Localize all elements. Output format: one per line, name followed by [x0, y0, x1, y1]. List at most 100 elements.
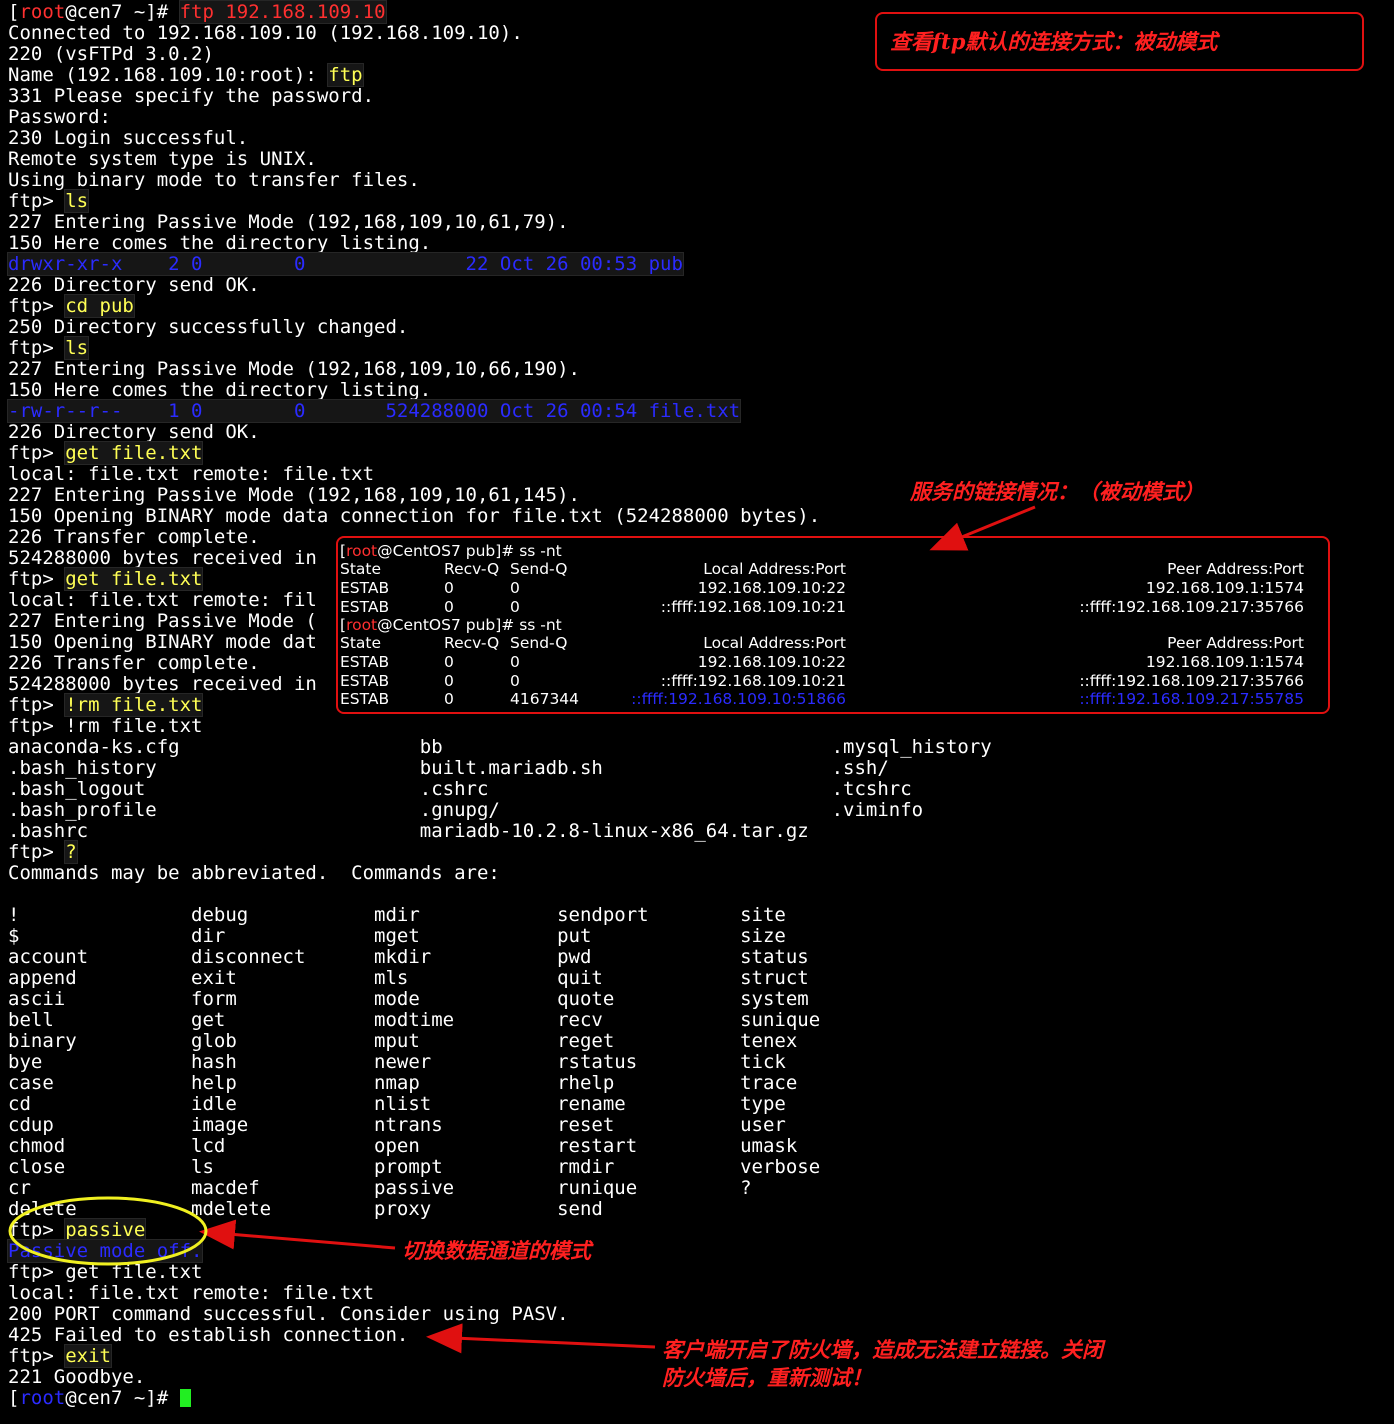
terminal-text: 524288000 bytes received in — [8, 547, 317, 569]
terminal-line: .bash_logout .cshrc .tcshrc — [8, 779, 912, 800]
terminal-line: ftp> get file.txt — [8, 567, 204, 591]
ss-header-recvq: Recv-Q — [444, 634, 500, 652]
terminal-text: ftp> !rm file.txt — [8, 715, 203, 737]
terminal-line: 227 Entering Passive Mode (192,168,109,1… — [8, 485, 580, 506]
ss-row-local: 192.168.109.10:22 — [697, 653, 846, 671]
terminal-command: Passive mode off. — [6, 1239, 204, 1263]
terminal-text: 250 Directory successfully changed. — [8, 316, 409, 338]
default-mode-note: 查看ftp默认的连接方式：被动模式 — [890, 29, 1218, 54]
terminal-command: ls — [64, 189, 90, 213]
terminal-text: ftp> — [8, 1345, 66, 1367]
terminal-line: ftp> ls — [8, 336, 90, 360]
terminal-text: 227 Entering Passive Mode (192,168,109,1… — [8, 358, 580, 380]
terminal-line: Password: — [8, 107, 111, 128]
terminal-line: Remote system type is UNIX. — [8, 149, 317, 170]
ss-row-local: ::ffff:192.168.109.10:51866 — [631, 690, 846, 708]
terminal-text: local: file.txt remote: file.txt — [8, 463, 375, 485]
terminal-text: close ls prompt rmdir verbose — [8, 1156, 821, 1178]
terminal-text: local: file.txt remote: fil — [8, 589, 317, 611]
terminal-text: Password: — [8, 106, 111, 128]
terminal-text: 226 Directory send OK. — [8, 274, 260, 296]
terminal-line: 226 Transfer complete. — [8, 527, 260, 548]
terminal-line: delete mdelete proxy send — [8, 1199, 603, 1220]
terminal-text: Remote system type is UNIX. — [8, 148, 317, 170]
terminal-command: get file.txt — [64, 567, 204, 591]
ss-row-local: ::ffff:192.168.109.10:21 — [660, 671, 846, 690]
terminal-line: 226 Transfer complete. — [8, 653, 260, 674]
terminal-line: Passive mode off. — [6, 1239, 204, 1263]
terminal-text: root — [19, 1387, 66, 1409]
terminal-line: bye hash newer rstatus tick — [8, 1052, 786, 1073]
ss-row-state: ESTAB — [340, 690, 390, 708]
ss-header-recvq: Recv-Q — [444, 560, 500, 578]
terminal-line: .bash_history built.mariadb.sh .ssh/ — [8, 758, 889, 779]
terminal-line: case help nmap rhelp trace — [8, 1073, 797, 1094]
terminal-line: [root@cen7 ~]# ftp 192.168.109.10 — [8, 0, 387, 24]
terminal-line: 226 Directory send OK. — [8, 422, 260, 443]
terminal-text: 221 Goodbye. — [8, 1366, 146, 1388]
terminal-text: 150 Here comes the directory listing. — [8, 232, 432, 254]
ss-row-peer: 192.168.109.1:1574 — [1145, 653, 1304, 671]
terminal-text: 227 Entering Passive Mode (192,168,109,1… — [8, 484, 580, 506]
terminal-cursor — [179, 1389, 191, 1407]
terminal-text: binary glob mput reget tenex — [8, 1030, 798, 1052]
ss-row-recvq: 0 — [444, 597, 454, 616]
ss-header-peer: Peer Address:Port — [1167, 560, 1304, 578]
terminal-text: ftp> — [8, 442, 66, 464]
ss-row-state: ESTAB — [340, 653, 390, 671]
terminal-text: append exit mls quit struct — [8, 967, 809, 989]
terminal-text: 226 Directory send OK. — [8, 421, 260, 443]
terminal-line: cr macdef passive runique ? — [8, 1178, 752, 1199]
terminal-line: ftp> !rm file.txt — [8, 693, 204, 717]
ss-row-state: ESTAB — [340, 579, 390, 597]
terminal-text: .bash_history built.mariadb.sh .ssh/ — [8, 757, 889, 779]
terminal-text: 331 Please specify the password. — [8, 85, 375, 107]
terminal-line: 150 Here comes the directory listing. — [8, 233, 431, 254]
terminal-line: [root@cen7 ~]# — [8, 1388, 191, 1409]
terminal-text: ftp> get file.txt — [8, 1261, 203, 1283]
terminal-line: 200 PORT command successful. Consider us… — [8, 1304, 569, 1325]
ss-row-peer: ::ffff:192.168.109.217:35766 — [1079, 597, 1304, 616]
terminal-command: ? — [64, 840, 78, 864]
firewall-note-line2: 防火墙后，重新测试！ — [662, 1365, 872, 1390]
terminal-command: exit — [64, 1344, 112, 1368]
terminal-text: $ dir mget put size — [8, 925, 786, 947]
terminal-line: cdup image ntrans reset user — [8, 1115, 786, 1136]
ss-header-state: State — [340, 560, 382, 578]
terminal-line: ftp> get file.txt — [8, 441, 204, 465]
terminal-text: ftp> — [8, 190, 66, 212]
firewall-note-line1: 客户端开启了防火墙，造成无法建立链接。关闭 — [662, 1337, 1103, 1362]
terminal-text: Commands may be abbreviated. Commands ar… — [8, 862, 500, 884]
terminal-text: anaconda-ks.cfg bb .mysql_history — [8, 736, 992, 758]
terminal-line: Commands may be abbreviated. Commands ar… — [8, 863, 500, 884]
terminal-text: 150 Opening BINARY mode data connection … — [8, 505, 821, 527]
terminal-text: Name (192.168.109.10:root): — [8, 64, 329, 86]
terminal-text: ftp> — [8, 295, 66, 317]
terminal-command: !rm file.txt — [64, 693, 204, 717]
terminal-text: 227 Entering Passive Mode ( — [8, 610, 317, 632]
terminal-line: 221 Goodbye. — [8, 1367, 145, 1388]
terminal-line: ftp> ? — [8, 840, 78, 864]
terminal-line: bell get modtime recv sunique — [8, 1010, 820, 1031]
terminal-text: ftp> — [8, 841, 66, 863]
terminal-text: Using binary mode to transfer files. — [8, 169, 420, 191]
terminal-text: ftp> — [8, 694, 66, 716]
terminal-line: ftp> !rm file.txt — [8, 716, 202, 737]
terminal-line: ascii form mode quote system — [8, 989, 809, 1010]
terminal-text: case help nmap rhelp trace — [8, 1072, 798, 1094]
ss-header-peer: Peer Address:Port — [1167, 634, 1304, 652]
terminal-command: ls — [64, 336, 90, 360]
terminal-text: ftp> — [8, 337, 66, 359]
ss-row-local: 192.168.109.10:22 — [697, 579, 846, 597]
terminal-command: -rw-r--r-- 1 0 0 524288000 Oct 26 00:54 … — [6, 399, 742, 423]
terminal-line: local: file.txt remote: file.txt — [8, 464, 374, 485]
terminal-line: 425 Failed to establish connection. — [8, 1325, 408, 1346]
terminal-text: root — [19, 1, 66, 23]
terminal-text: 230 Login successful. — [8, 127, 249, 149]
ss-row-state: ESTAB — [340, 597, 390, 616]
terminal-text: ! debug mdir sendport site — [8, 904, 786, 926]
terminal-line: close ls prompt rmdir verbose — [8, 1157, 820, 1178]
service-connection-note: 服务的链接情况：（被动模式） — [910, 479, 1204, 504]
ss-row-recvq: 0 — [444, 579, 454, 597]
terminal-line: 226 Directory send OK. — [8, 275, 260, 296]
